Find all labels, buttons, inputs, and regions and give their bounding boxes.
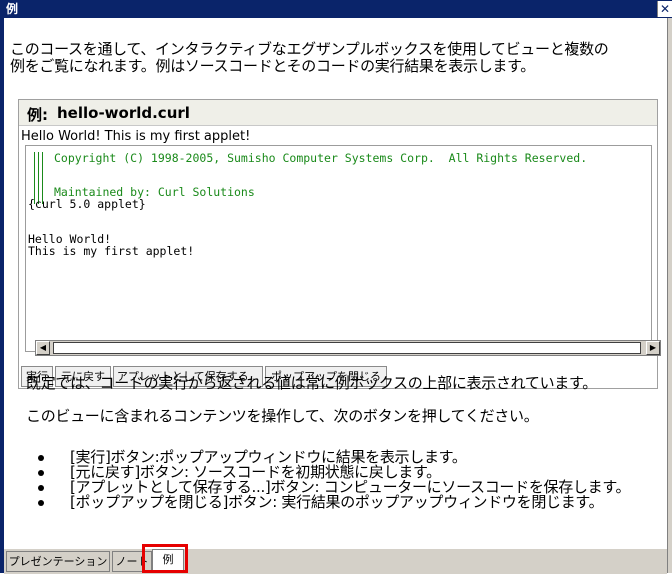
- intro-line-2: 例をご覧になれます。例はソースコードとそのコードの実行結果を表示します。: [10, 57, 536, 75]
- scroll-left-icon[interactable]: ◀: [36, 341, 50, 355]
- bullet-icon: [38, 485, 44, 491]
- tab-highlight-box: [142, 544, 188, 573]
- code-comment-copyright: Copyright (C) 1998-2005, Sumisho Compute…: [54, 151, 588, 165]
- scroll-right-icon[interactable]: ▶: [646, 341, 660, 355]
- scroll-thumb[interactable]: [53, 342, 641, 354]
- view-tab-strip: プレゼンテーション ノート 例: [4, 548, 667, 574]
- code-line-curl: {curl 5.0 applet}: [28, 197, 146, 211]
- default-paragraph: 既定では、コードの実行から返される値は常に例ボックスの上部に表示されています。: [26, 374, 597, 392]
- content-pane: このコースを通して、インタラクティブなエグザンプルボックスを使用してビューと複数…: [4, 18, 667, 548]
- horizontal-scrollbar[interactable]: ◀ ▶: [35, 340, 661, 356]
- code-editor[interactable]: Copyright (C) 1998-2005, Sumisho Compute…: [25, 145, 652, 352]
- close-icon[interactable]: ✕: [657, 1, 672, 17]
- bullet-icon: [38, 455, 44, 461]
- window-frame-right: [667, 18, 672, 573]
- instruction-paragraph: このビューに含まれるコンテンツを操作して、次のボタンを押してください。: [26, 407, 539, 425]
- intro-line-1: このコースを通して、インタラクティブなエグザンプルボックスを使用してビューと複数…: [10, 40, 609, 58]
- example-result: Hello World! This is my first applet!: [21, 129, 251, 144]
- bullet-icon: [38, 470, 44, 476]
- example-header: 例: hello-world.curl: [19, 100, 657, 126]
- bullet-icon: [38, 500, 44, 506]
- intro-text: このコースを通して、インタラクティブなエグザンプルボックスを使用してビューと複数…: [10, 41, 650, 75]
- code-line-applet: This is my first applet!: [28, 244, 195, 258]
- example-label: 例:: [27, 106, 48, 124]
- example-box: 例: hello-world.curl Hello World! This is…: [18, 99, 661, 389]
- title-bar: 例 ✕: [0, 0, 672, 18]
- example-filename: hello-world.curl: [57, 104, 190, 122]
- window-title: 例: [6, 2, 19, 16]
- tab-presentation[interactable]: プレゼンテーション: [6, 551, 110, 572]
